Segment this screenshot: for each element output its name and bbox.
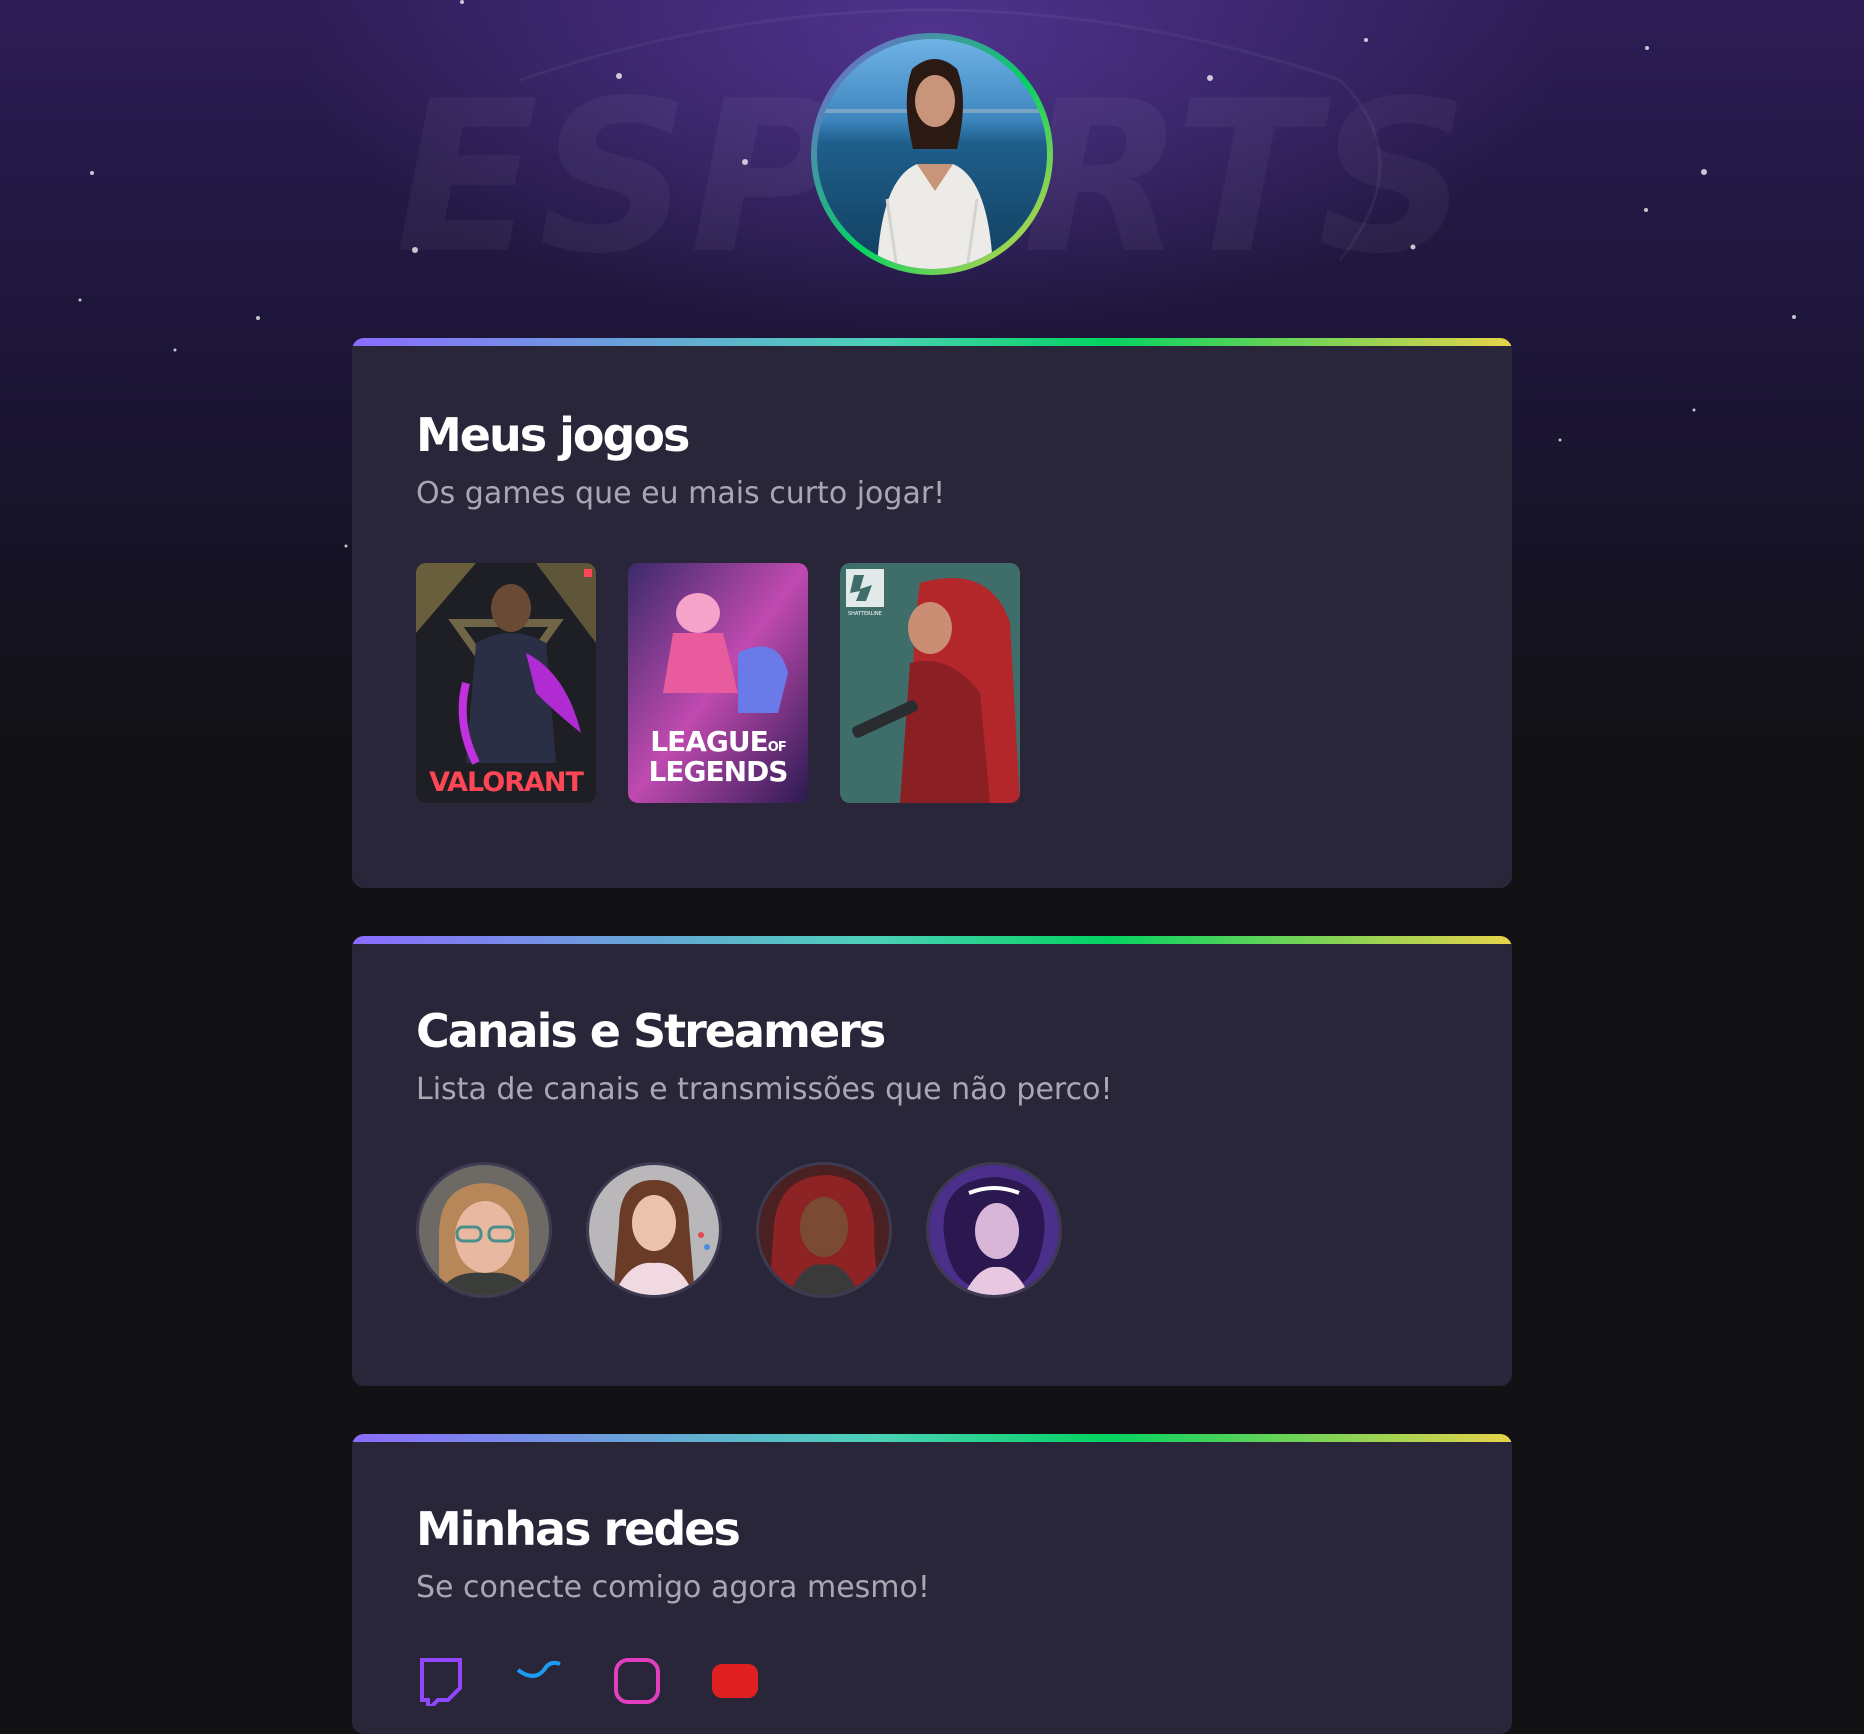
games-subtitle: Os games que eu mais curto jogar! [416,476,946,511]
streamer-avatar[interactable] [416,1162,552,1298]
streamer-avatar[interactable] [756,1162,892,1298]
profile-avatar [811,33,1053,275]
twitter-icon[interactable] [514,1656,564,1706]
streamer-avatar[interactable] [926,1162,1062,1298]
svg-text:LEAGUEOF: LEAGUEOF [650,725,786,758]
youtube-icon[interactable] [710,1656,760,1706]
streamers-title: Canais e Streamers [416,1004,886,1058]
socials-list [416,1656,760,1708]
twitch-icon[interactable] [416,1656,466,1708]
shatterline-logo-text: SHATTERLINE [848,611,882,617]
instagram-icon[interactable] [612,1656,662,1706]
socials-title: Minhas redes [416,1502,741,1556]
socials-subtitle: Se conecte comigo agora mesmo! [416,1570,930,1605]
games-title: Meus jogos [416,408,690,462]
game-valorant[interactable]: VALORANT [416,563,596,803]
streamer-avatar[interactable] [586,1162,722,1298]
lol-title-of: OF [768,740,786,755]
lol-title-line1: LEAGUE [650,725,767,758]
games-card: Meus jogos Os games que eu mais curto jo… [352,338,1512,888]
game-league-of-legends[interactable]: LEAGUEOF LEGENDS [628,563,808,803]
profile-photo [817,39,1047,269]
streamers-list [416,1162,1062,1298]
streamers-subtitle: Lista de canais e transmissões que não p… [416,1072,1113,1107]
socials-card: Minhas redes Se conecte comigo agora mes… [352,1434,1512,1734]
game-valorant-title: VALORANT [429,767,584,798]
games-list: VALORANT LEAGUEOF LEGENDS SHATTERLINE [416,563,1020,803]
game-shatterline[interactable]: SHATTERLINE [840,563,1020,803]
lol-title-line2: LEGENDS [649,755,788,788]
streamers-card: Canais e Streamers Lista de canais e tra… [352,936,1512,1386]
